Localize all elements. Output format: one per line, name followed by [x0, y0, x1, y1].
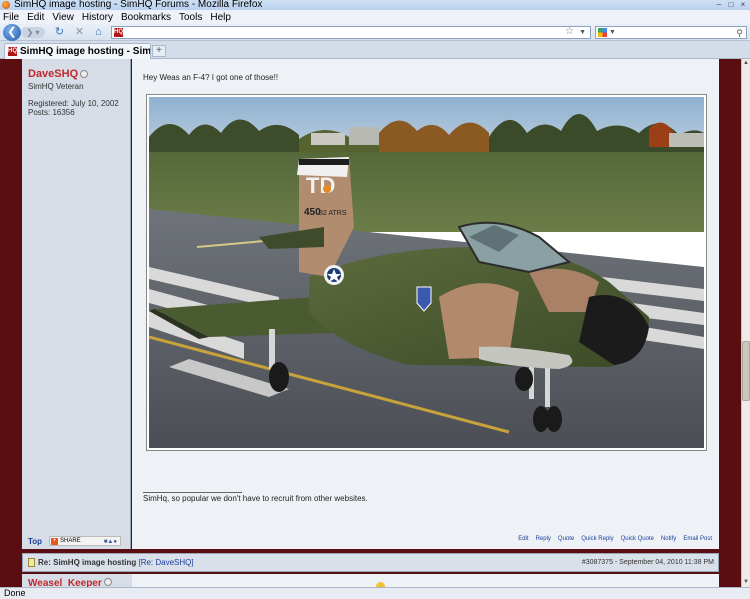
menu-view[interactable]: View [52, 12, 74, 23]
forum-post-next: Re: SimHQ image hosting [Re: DaveSHQ] #3… [22, 553, 719, 587]
email-post-link[interactable]: Email Post [683, 536, 712, 542]
maximize-icon[interactable]: □ [726, 0, 736, 9]
post-title-text: Re: SimHQ image hosting [38, 558, 137, 567]
address-bar[interactable]: HQ ☆ ▼ [111, 26, 591, 39]
window-titlebar: SimHQ image hosting - SimHQ Forums - Moz… [0, 0, 750, 10]
home-icon[interactable]: ⌂ [92, 26, 105, 39]
post-meta[interactable]: #3087375 - September 04, 2010 11:38 PM [582, 559, 714, 566]
reload-icon[interactable]: ↻ [53, 26, 66, 39]
offline-status-icon [103, 578, 112, 586]
quick-reply-link[interactable]: Quick Reply [581, 536, 613, 542]
post-author-panel: DaveSHQ SimHQ Veteran Registered: July 1… [22, 59, 131, 549]
post-message: Hey Weas an F-4? I got one of those!! [143, 73, 279, 82]
offline-status-icon [80, 70, 89, 78]
firefox-icon [2, 1, 10, 9]
tail-unit: 82 ATRS [319, 210, 347, 217]
share-button[interactable]: + SHARE ■▲● [49, 536, 121, 546]
scroll-down-icon[interactable]: ▼ [742, 578, 750, 587]
post-content [132, 574, 719, 587]
status-text: Done [4, 588, 26, 598]
minimize-icon[interactable]: – [714, 0, 724, 9]
edit-link[interactable]: Edit [518, 536, 528, 542]
menu-file[interactable]: File [3, 12, 19, 23]
username-text[interactable]: Weasel_Keeper [28, 578, 102, 587]
notify-link[interactable]: Notify [661, 536, 676, 542]
share-plus-icon: + [51, 538, 58, 545]
site-favicon-icon: HQ [114, 28, 123, 37]
reply-to-link[interactable]: [Re: DaveSHQ] [138, 558, 193, 567]
back-button[interactable]: ❮ [3, 24, 21, 41]
bookmark-star-icon[interactable]: ☆ [565, 26, 574, 37]
navigation-toolbar: ❮ ❯ ▾ ↻ ✕ ⌂ HQ ☆ ▼ ▼ ⚲ [0, 24, 750, 41]
arrow-right-icon: ❯ ▾ [26, 28, 40, 37]
google-icon [598, 28, 607, 37]
tab-label: SimHQ image hosting - SimHQ ... [20, 46, 151, 57]
window-controls: – □ × [714, 0, 748, 9]
plus-icon: + [156, 45, 162, 56]
vertical-scrollbar[interactable]: ▲ ▼ [741, 59, 750, 587]
chevron-down-icon[interactable]: ▼ [579, 27, 586, 39]
menu-tools[interactable]: Tools [179, 12, 202, 23]
menu-edit[interactable]: Edit [27, 12, 44, 23]
user-rank: SimHQ Veteran [28, 82, 84, 91]
search-input[interactable]: ▼ ⚲ [595, 26, 747, 39]
menu-bookmarks[interactable]: Bookmarks [121, 12, 171, 23]
quick-quote-link[interactable]: Quick Quote [621, 536, 654, 542]
menu-history[interactable]: History [82, 12, 113, 23]
post-image[interactable]: TD 450 82 ATRS [146, 94, 707, 451]
user-post-count: Posts: 16356 [28, 108, 75, 117]
search-icon[interactable]: ⚲ [736, 27, 743, 39]
arrow-left-icon: ❮ [7, 26, 17, 38]
stop-icon[interactable]: ✕ [73, 26, 86, 39]
new-tab-button[interactable]: + [152, 45, 166, 57]
tab-simhq[interactable]: HQ SimHQ image hosting - SimHQ ... [4, 43, 151, 59]
user-registered: Registered: July 10, 2002 [28, 99, 119, 108]
reply-link[interactable]: Reply [536, 536, 551, 542]
scroll-thumb[interactable] [742, 341, 750, 401]
username-text[interactable]: DaveSHQ [28, 68, 78, 80]
f4-phantom-photo: TD 450 82 ATRS [149, 97, 704, 448]
post-content: Hey Weas an F-4? I got one of those!! TD… [132, 59, 719, 549]
site-favicon-icon: HQ [8, 47, 17, 56]
post-title: Re: SimHQ image hosting [Re: DaveSHQ] [38, 558, 194, 567]
status-bar: Done [0, 587, 750, 599]
tail-code: TD [306, 173, 335, 198]
post-username[interactable]: Weasel_Keeper [28, 578, 112, 587]
social-icons: ■▲● [103, 539, 117, 545]
post-actions: Edit Reply Quote Quick Reply Quick Quote… [518, 536, 712, 542]
post-header: Re: SimHQ image hosting [Re: DaveSHQ] #3… [22, 553, 719, 572]
window-title: SimHQ image hosting - SimHQ Forums - Moz… [14, 0, 263, 10]
tab-bar: HQ SimHQ image hosting - SimHQ ... + [0, 41, 750, 59]
post-icon [28, 558, 35, 567]
forward-button[interactable]: ❯ ▾ [21, 27, 45, 38]
signature-divider [143, 492, 242, 493]
post-username[interactable]: DaveSHQ [28, 68, 89, 80]
quote-link[interactable]: Quote [558, 536, 574, 542]
menu-help[interactable]: Help [210, 12, 231, 23]
page-viewport: DaveSHQ SimHQ Veteran Registered: July 1… [0, 59, 741, 587]
menu-bar: File Edit View History Bookmarks Tools H… [0, 10, 750, 24]
share-label: SHARE [60, 538, 81, 544]
post-signature: SimHq, so popular we don't have to recru… [143, 494, 368, 503]
top-link[interactable]: Top [28, 537, 42, 546]
chevron-down-icon[interactable]: ▼ [609, 27, 616, 39]
close-icon[interactable]: × [738, 0, 748, 9]
forum-post: DaveSHQ SimHQ Veteran Registered: July 1… [22, 59, 719, 549]
post-body: Weasel_Keeper [22, 574, 719, 587]
scroll-up-icon[interactable]: ▲ [742, 59, 750, 68]
